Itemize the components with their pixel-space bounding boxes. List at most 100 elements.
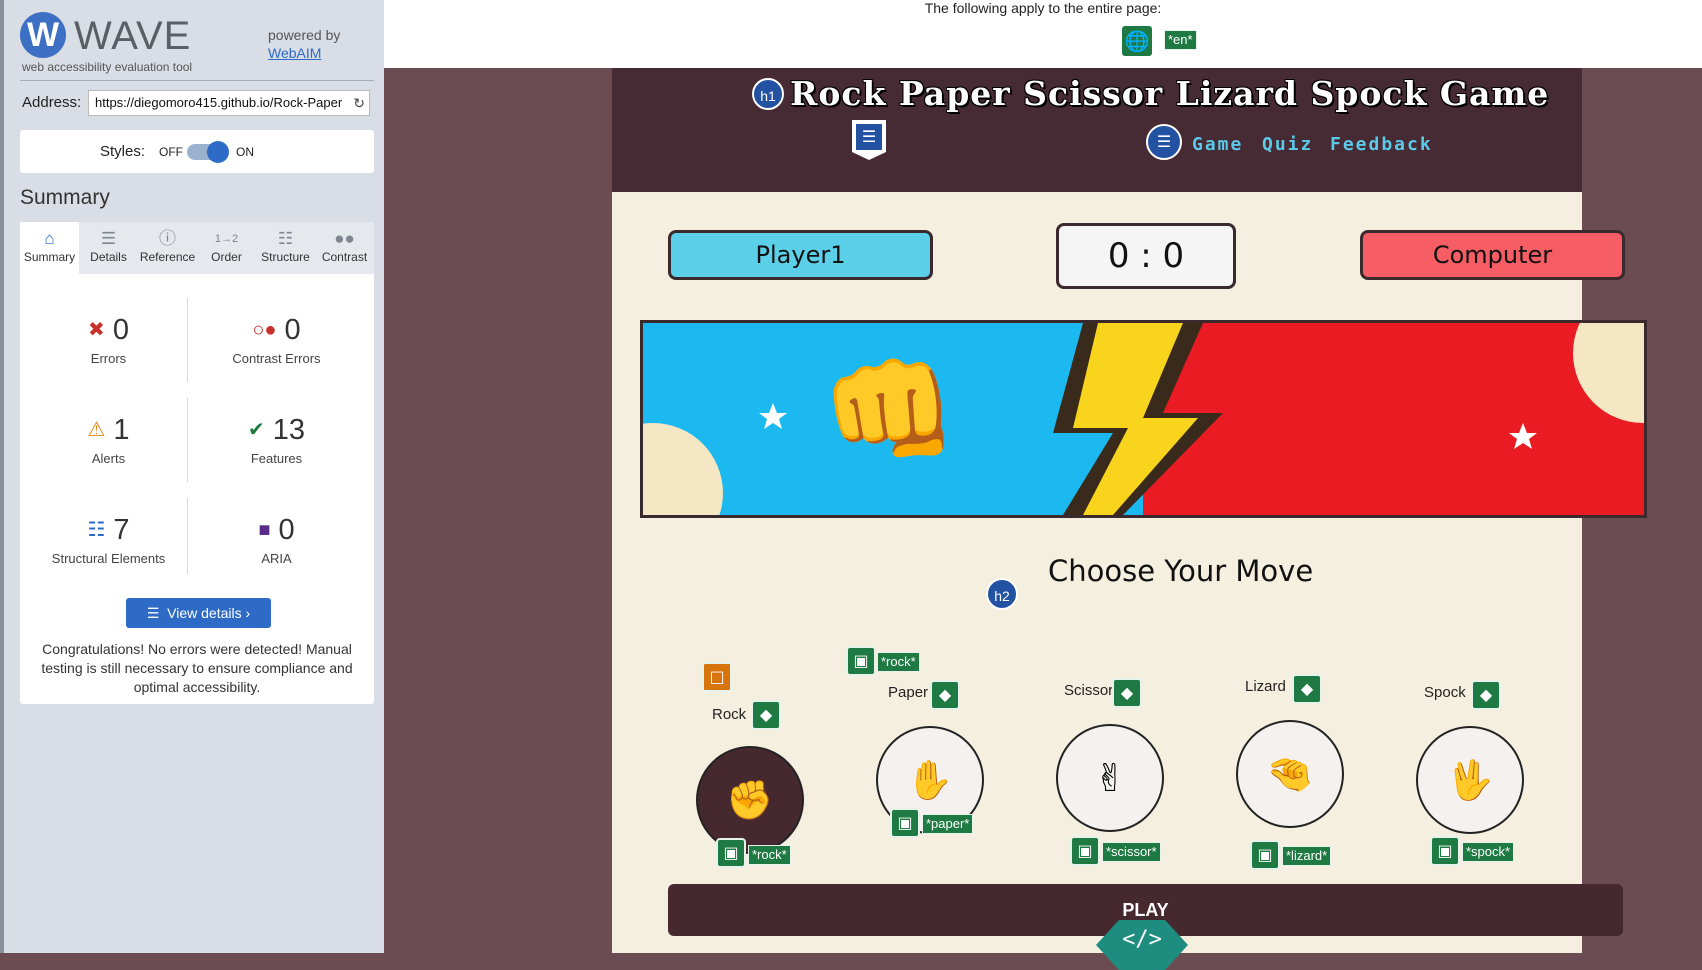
page-wide-bar: The following apply to the entire page: … (384, 0, 1702, 68)
structural-count: 7 (113, 514, 130, 546)
alt-tag-lizard[interactable]: *lizard* (1282, 846, 1332, 866)
player-label: Player1 (668, 230, 933, 280)
error-icon: ✖ (88, 319, 105, 341)
contrast-errors-count: 0 (284, 314, 301, 346)
h2-badge[interactable]: h2 (986, 578, 1018, 610)
wave-title: WAVE (74, 14, 192, 58)
alt-tag-scissor[interactable]: *scissor* (1102, 842, 1161, 862)
alt-tag-rock[interactable]: *rock* (748, 845, 791, 865)
alt-tag-paper[interactable]: *paper* (922, 814, 974, 834)
image-icon[interactable]: ▣ (1070, 836, 1100, 866)
image-icon[interactable]: ▣ (846, 646, 876, 676)
label-tag-icon[interactable]: ◆ (1112, 678, 1142, 708)
reload-icon[interactable]: ↻ (353, 91, 365, 115)
choose-heading: Choose Your Move (1048, 554, 1314, 588)
tab-structure[interactable]: ☷ Structure (256, 222, 315, 274)
stat-alerts[interactable]: ⚠ 1 Alerts (20, 414, 197, 466)
styles-toggle[interactable] (187, 141, 229, 163)
alert-marker-icon[interactable]: □ (702, 662, 732, 692)
move-button-rock[interactable]: ✊ (696, 746, 804, 854)
stat-errors[interactable]: ✖ 0 Errors (20, 314, 197, 366)
wave-logo: W (20, 12, 66, 58)
powered-by-text: powered by (268, 27, 341, 43)
nav-quiz[interactable]: Quiz (1262, 134, 1313, 155)
tab-label: Order (211, 250, 242, 264)
structure-icon: ☷ (87, 519, 106, 541)
summary-panel: ⌂ Summary ☰ Details ⓘ Reference 1→2 Orde… (20, 222, 374, 704)
label-tag-icon[interactable]: ◆ (1471, 680, 1501, 710)
paper-icon: ✋ (906, 758, 954, 802)
computer-label: Computer (1360, 230, 1625, 280)
globe-icon[interactable]: 🌐 (1122, 26, 1152, 56)
move-label-scissor: Scissor (1064, 682, 1114, 699)
applies-text: The following apply to the entire page: (924, 0, 1162, 16)
contrast-errors-label: Contrast Errors (232, 351, 321, 366)
styles-card: Styles: OFF ON (20, 130, 374, 173)
info-icon: ⓘ (159, 229, 176, 248)
move-button-spock[interactable]: 🖖 (1416, 726, 1524, 834)
label-tag-icon[interactable]: ◆ (930, 680, 960, 710)
banner-alt-tag[interactable]: *rock* (877, 652, 920, 672)
tab-reference[interactable]: ⓘ Reference (138, 222, 197, 274)
styles-on-label: ON (236, 145, 254, 159)
move-label-rock: Rock (712, 706, 747, 723)
tab-details[interactable]: ☰ Details (79, 222, 138, 274)
image-icon[interactable]: ▣ (1430, 836, 1460, 866)
divider (20, 80, 374, 81)
lizard-icon: 🤏 (1266, 752, 1314, 796)
powered-by: powered by WebAIM (268, 26, 340, 62)
label-tag-icon[interactable]: ◆ (751, 700, 781, 730)
tab-order[interactable]: 1→2 Order (197, 222, 256, 274)
webaim-link[interactable]: WebAIM (268, 45, 321, 61)
stat-features[interactable]: ✔ 13 Features (188, 414, 365, 466)
list-icon: ☰ (146, 605, 168, 621)
site-header: h1 Rock Paper Scissor Lizard Spock Game … (612, 68, 1582, 192)
list-icon[interactable]: ☰ (852, 120, 886, 160)
address-input[interactable]: https://diegomoro415.github.io/Rock-Pape… (88, 90, 370, 116)
alert-icon: ⚠ (87, 419, 106, 441)
aria-count: 0 (278, 514, 295, 546)
features-count: 13 (272, 414, 306, 446)
tab-summary[interactable]: ⌂ Summary (20, 222, 79, 274)
language-tag[interactable]: *en* (1164, 30, 1197, 50)
list-icon: ☰ (100, 229, 117, 248)
score-display: 0 : 0 (1056, 223, 1236, 289)
tab-bar: ⌂ Summary ☰ Details ⓘ Reference 1→2 Orde… (20, 222, 374, 274)
navigation-icon[interactable]: ☰ (1146, 124, 1182, 160)
image-icon[interactable]: ▣ (1250, 840, 1280, 870)
move-button-scissor[interactable]: ✌ (1056, 724, 1164, 832)
move-label-spock: Spock (1424, 684, 1466, 701)
wave-subtitle: web accessibility evaluation tool (22, 60, 193, 74)
toggle-knob (207, 141, 229, 163)
feature-icon: ✔ (247, 419, 265, 441)
stat-aria[interactable]: ■ 0 ARIA (188, 514, 365, 566)
image-icon[interactable]: ▣ (716, 838, 746, 868)
home-icon: ⌂ (44, 229, 55, 248)
contrast-icon: ●● (334, 229, 355, 248)
nav-game[interactable]: Game (1192, 134, 1243, 155)
label-tag-icon[interactable]: ◆ (1292, 674, 1322, 704)
tab-contrast[interactable]: ●● Contrast (315, 222, 374, 274)
styles-label: Styles: (100, 143, 146, 160)
errors-count: 0 (112, 314, 129, 346)
errors-label: Errors (90, 351, 127, 366)
aria-icon: ■ (258, 519, 271, 541)
game-container: h1 Rock Paper Scissor Lizard Spock Game … (612, 68, 1647, 970)
order-icon: 1→2 (214, 233, 239, 245)
tab-label: Contrast (321, 250, 368, 264)
move-button-lizard[interactable]: 🤏 (1236, 720, 1344, 828)
tab-label: Details (90, 250, 127, 264)
alt-tag-spock[interactable]: *spock* (1462, 842, 1515, 862)
image-icon[interactable]: ▣ (890, 808, 920, 838)
nav-feedback[interactable]: Feedback (1330, 134, 1433, 155)
stat-structural[interactable]: ☷ 7 Structural Elements (20, 514, 197, 566)
stat-contrast-errors[interactable]: ○● 0 Contrast Errors (188, 314, 365, 366)
spock-icon: 🖖 (1446, 758, 1494, 802)
h1-badge[interactable]: h1 (752, 78, 784, 110)
view-details-button[interactable]: ☰ View details › (126, 598, 271, 628)
structural-label: Structural Elements (51, 551, 166, 566)
alerts-label: Alerts (91, 451, 126, 466)
styles-off-label: OFF (159, 145, 183, 159)
address-value: https://diegomoro415.github.io/Rock-Pape… (95, 95, 343, 110)
fist-icon: 👊 (821, 346, 958, 474)
